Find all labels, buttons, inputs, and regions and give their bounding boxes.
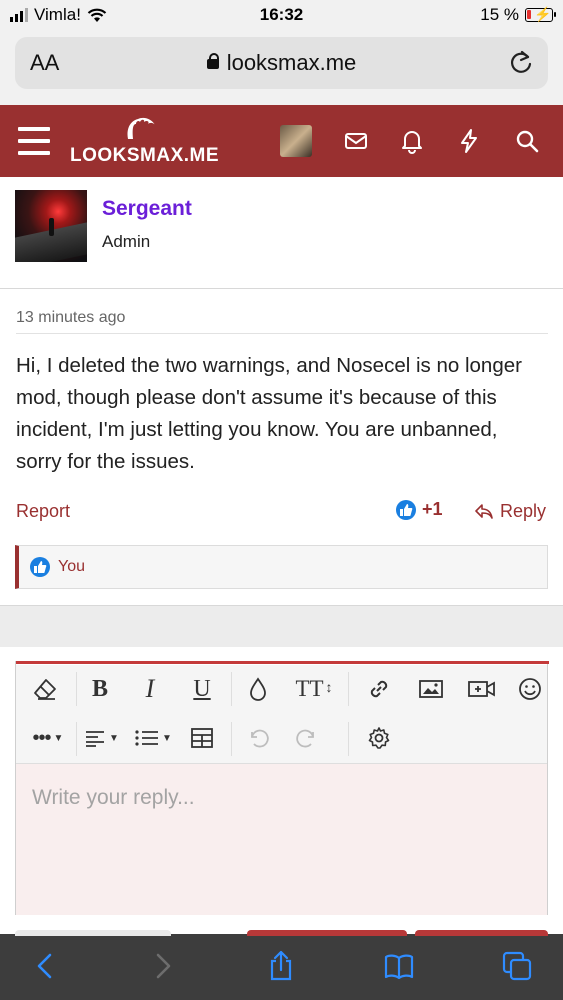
- divider: [16, 333, 548, 334]
- reply-label: Reply: [499, 501, 546, 521]
- inbox-icon[interactable]: [342, 127, 370, 155]
- settings-gear-icon[interactable]: [361, 720, 397, 756]
- search-icon[interactable]: [513, 127, 541, 155]
- report-link[interactable]: Report: [16, 501, 70, 522]
- browser-address-area: AA looksmax.me: [0, 32, 563, 105]
- list-button[interactable]: ▼: [128, 720, 178, 756]
- bold-button[interactable]: B: [82, 671, 118, 707]
- site-header: LOOKSMAX.ME: [0, 105, 563, 177]
- author-avatar[interactable]: [15, 190, 87, 262]
- like-icon: [30, 557, 50, 577]
- font-size-button[interactable]: TT ↕: [289, 671, 339, 707]
- reactions-summary[interactable]: You: [15, 545, 548, 589]
- table-icon[interactable]: [184, 720, 220, 756]
- bookmarks-icon[interactable]: [383, 950, 415, 982]
- text-color-drop-icon[interactable]: [240, 671, 276, 707]
- like-icon: [396, 499, 416, 520]
- battery-icon: ⚡: [525, 6, 556, 22]
- logo-hair-icon: [127, 117, 155, 139]
- menu-icon[interactable]: [18, 127, 50, 163]
- reply-textarea[interactable]: Write your reply...: [16, 763, 547, 915]
- toolbar-separator: [348, 722, 349, 756]
- author-name[interactable]: Sergeant: [102, 197, 192, 221]
- video-icon[interactable]: [464, 671, 500, 707]
- author-title: Admin: [102, 232, 151, 251]
- user-avatar[interactable]: [280, 125, 312, 157]
- reaction-button[interactable]: +1: [396, 499, 443, 520]
- forward-icon[interactable]: [146, 950, 178, 982]
- toolbar-separator: [231, 672, 232, 706]
- section-separator: [0, 605, 563, 647]
- lock-icon: [206, 53, 219, 69]
- site-logo[interactable]: LOOKSMAX.ME: [70, 115, 220, 171]
- reply-button[interactable]: Reply: [474, 501, 546, 522]
- more-options-button[interactable]: ••• ▼: [26, 720, 70, 756]
- editor-toolbar: B I U TT ↕ ••• ▼ ▼ ▼: [16, 665, 547, 763]
- peek-button: [15, 930, 171, 936]
- share-icon[interactable]: [265, 950, 297, 982]
- redo-icon[interactable]: [289, 720, 325, 756]
- tabs-icon[interactable]: [501, 950, 533, 982]
- reaction-count: +1: [422, 499, 443, 519]
- editor-accent-rule: [16, 661, 549, 664]
- address-bar[interactable]: AA looksmax.me: [15, 37, 548, 89]
- font-size-glyph: TT: [295, 676, 324, 701]
- safari-toolbar: [0, 930, 563, 1000]
- toolbar-separator: [348, 672, 349, 706]
- reply-icon: [475, 503, 493, 519]
- underline-button[interactable]: U: [184, 671, 220, 707]
- reload-icon[interactable]: [508, 50, 534, 76]
- status-time: 16:32: [259, 5, 304, 24]
- align-button[interactable]: ▼: [80, 720, 124, 756]
- alerts-bell-icon[interactable]: [398, 127, 426, 155]
- image-icon[interactable]: [413, 671, 449, 707]
- reactions-who: You: [58, 558, 85, 575]
- undo-icon[interactable]: [240, 720, 276, 756]
- status-right: 15 % ⚡: [480, 5, 556, 25]
- link-icon[interactable]: [361, 671, 397, 707]
- back-icon[interactable]: [30, 950, 62, 982]
- post-timestamp[interactable]: 13 minutes ago: [16, 309, 125, 327]
- toolbar-separator: [76, 672, 77, 706]
- url-display[interactable]: looksmax.me: [15, 50, 548, 76]
- toolbar-separator: [231, 722, 232, 756]
- status-bar: Vimla! 16:32 15 % ⚡: [0, 0, 563, 32]
- whats-new-lightning-icon[interactable]: [455, 127, 483, 155]
- reply-editor: B I U TT ↕ ••• ▼ ▼ ▼ Write your reply...: [15, 661, 549, 915]
- reply-placeholder: Write your reply...: [32, 786, 195, 809]
- smiley-icon[interactable]: [512, 671, 548, 707]
- toolbar-separator: [76, 722, 77, 756]
- url-text: looksmax.me: [226, 50, 357, 75]
- peek-button: [415, 930, 548, 936]
- post-author-block: Sergeant Admin: [0, 177, 563, 289]
- eraser-icon[interactable]: [27, 671, 63, 707]
- post-actions: Report +1 Reply: [16, 499, 548, 525]
- italic-button[interactable]: I: [132, 671, 168, 707]
- peek-button: [247, 930, 407, 936]
- post-message: Hi, I deleted the two warnings, and Nose…: [16, 354, 522, 473]
- battery-percent: 15 %: [480, 5, 519, 24]
- logo-text: LOOKSMAX.ME: [70, 145, 220, 166]
